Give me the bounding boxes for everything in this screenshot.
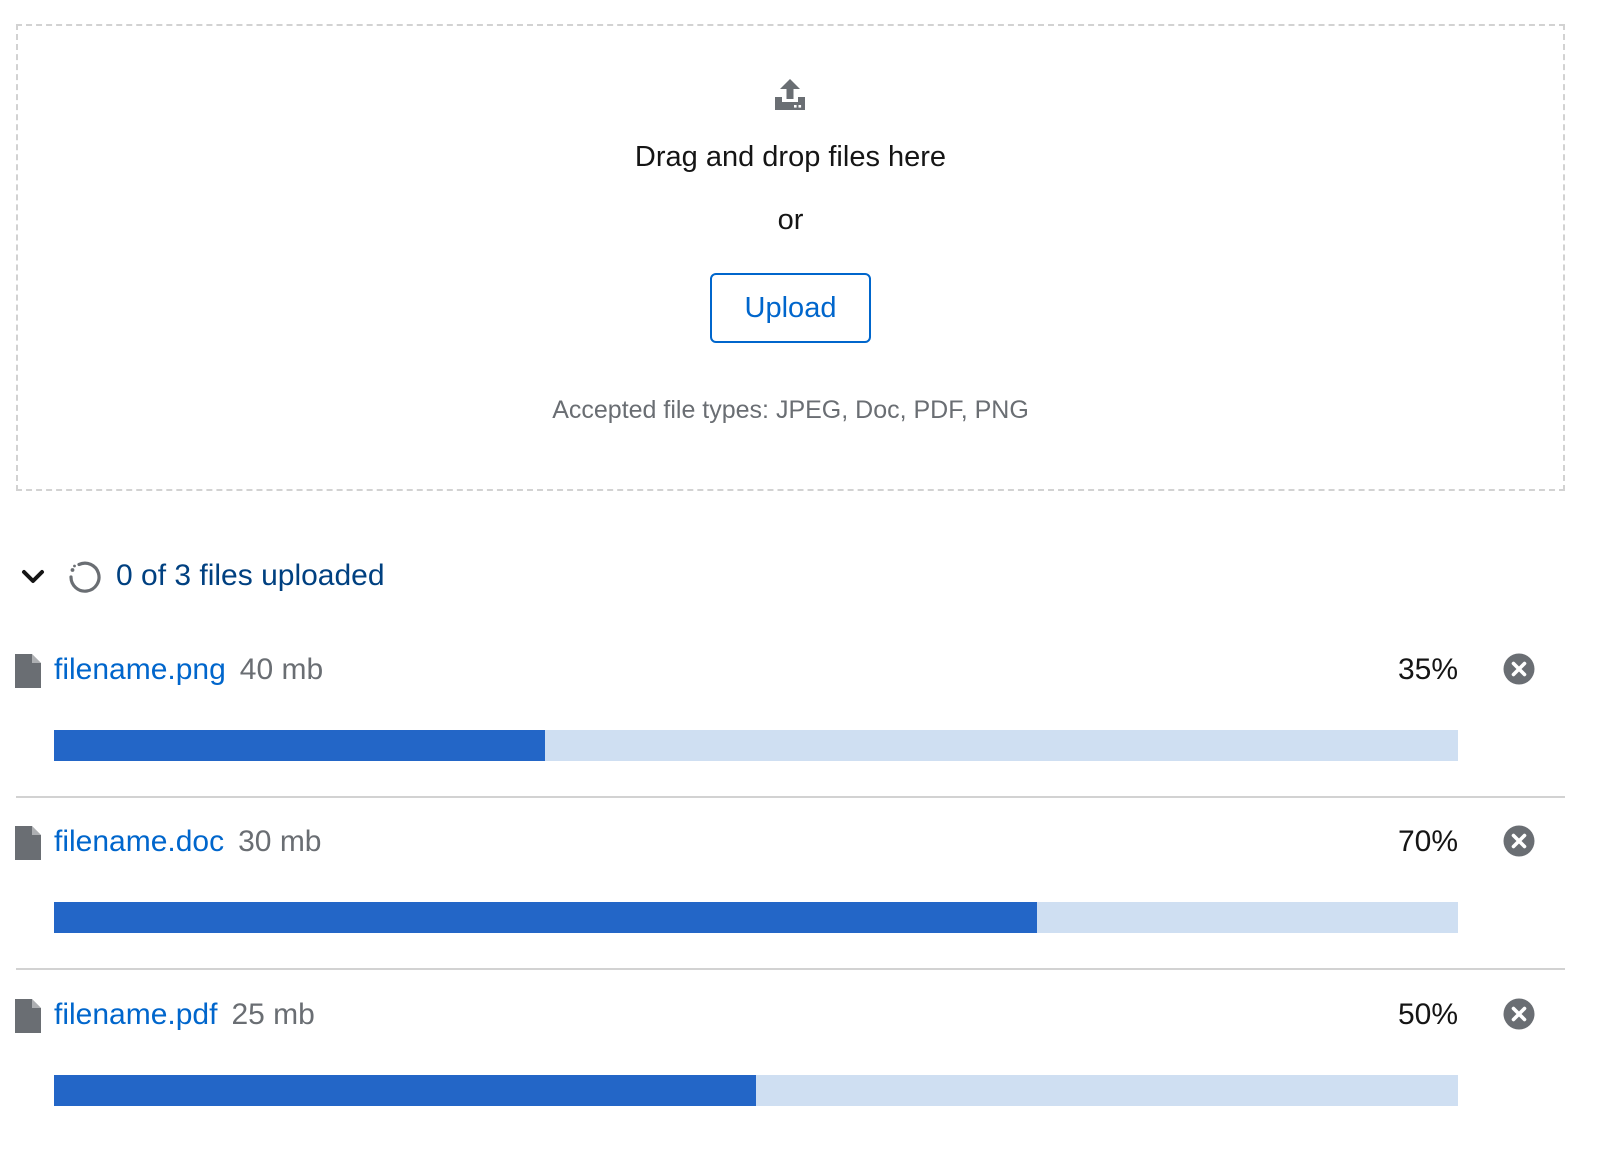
file-row: filename.png 40 mb 35% — [0, 634, 1618, 806]
close-circle-icon — [1503, 825, 1535, 857]
progress-percent: 70% — [1397, 825, 1458, 858]
upload-icon — [775, 79, 805, 110]
file-icon — [15, 826, 41, 860]
upload-button[interactable]: Upload — [710, 273, 871, 343]
remove-file-button[interactable] — [1503, 653, 1535, 685]
row-divider — [16, 968, 1565, 970]
file-icon — [15, 654, 41, 688]
file-size: 40 mb — [239, 653, 324, 686]
remove-file-button[interactable] — [1503, 998, 1535, 1030]
expand-toggle-button[interactable] — [16, 558, 50, 594]
file-name-group: filename.pdf 25 mb — [54, 995, 315, 1035]
drop-zone-title: Drag and drop files here — [634, 141, 947, 173]
in-progress-icon — [69, 561, 101, 593]
progress-bar — [54, 730, 1458, 761]
file-name-group: filename.doc 30 mb — [54, 822, 322, 862]
progress-percent: 50% — [1397, 998, 1458, 1031]
progress-fill — [54, 730, 546, 761]
progress-bar — [54, 902, 1458, 933]
file-row: filename.pdf 25 mb 50% — [0, 979, 1618, 1151]
remove-file-button[interactable] — [1503, 825, 1535, 857]
close-circle-icon — [1503, 653, 1535, 685]
file-size: 25 mb — [231, 998, 315, 1031]
file-size: 30 mb — [238, 825, 322, 858]
progress-bar — [54, 1075, 1458, 1106]
file-name-link[interactable]: filename.pdf — [54, 995, 217, 1035]
progress-percent: 35% — [1397, 653, 1458, 686]
file-name-group: filename.png 40 mb — [54, 650, 323, 690]
progress-fill — [54, 1075, 756, 1106]
accepted-file-types: Accepted file types: JPEG, Doc, PDF, PNG — [552, 396, 1029, 424]
file-name-link[interactable]: filename.png — [54, 650, 226, 690]
close-circle-icon — [1503, 998, 1535, 1030]
row-divider — [16, 796, 1565, 798]
file-name-link[interactable]: filename.doc — [54, 822, 224, 862]
file-row: filename.doc 30 mb 70% — [0, 806, 1618, 978]
chevron-down-icon — [22, 570, 44, 583]
progress-fill — [54, 902, 1037, 933]
upload-status-text: 0 of 3 files uploaded — [116, 559, 385, 592]
drop-zone-or-text: or — [777, 204, 804, 236]
file-icon — [15, 999, 41, 1033]
